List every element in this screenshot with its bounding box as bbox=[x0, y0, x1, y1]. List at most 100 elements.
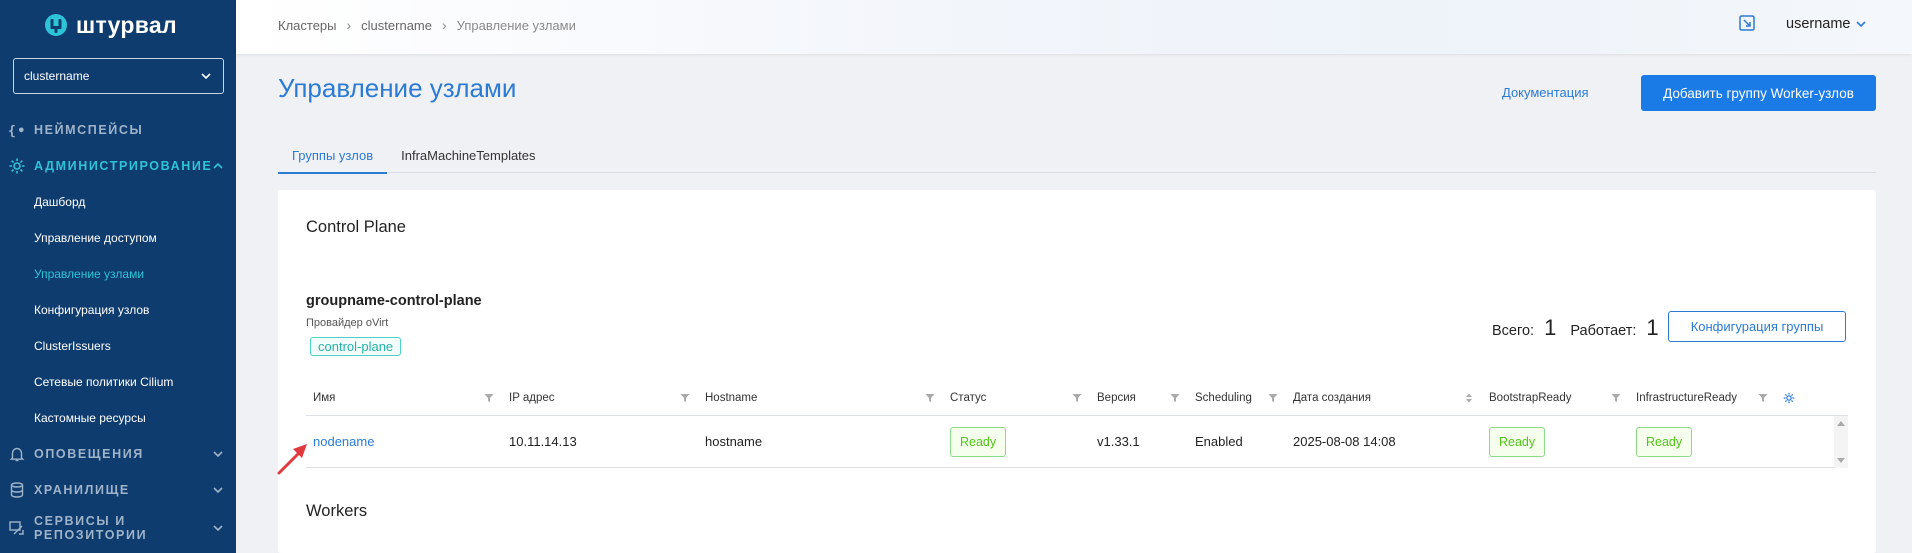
group-provider: Провайдер oVirt bbox=[306, 317, 389, 329]
add-worker-group-button[interactable]: Добавить группу Worker-узлов bbox=[1641, 75, 1876, 111]
node-hostname: hostname bbox=[705, 434, 763, 449]
running-count: 1 bbox=[1646, 315, 1659, 340]
braces-icon: {•} bbox=[8, 121, 26, 139]
column-header-status[interactable]: Статус bbox=[943, 380, 1090, 416]
sidebar-section-storage[interactable]: Хранилище bbox=[0, 472, 236, 508]
sidebar-section-administration[interactable]: Администрирование bbox=[0, 148, 236, 184]
sidebar-section-services[interactable]: Сервисы и репозитории bbox=[0, 508, 236, 548]
group-counts: Всего: 1 Работает: 1 bbox=[1492, 315, 1667, 341]
chevron-down-icon bbox=[213, 525, 223, 532]
breadcrumb-item-clusters[interactable]: Кластеры bbox=[278, 18, 337, 33]
node-version: v1.33.1 bbox=[1097, 434, 1140, 449]
table-header: Имя IP адрес Hostname Статус Версия Sche… bbox=[306, 380, 1848, 416]
column-header-hostname[interactable]: Hostname bbox=[698, 380, 943, 416]
sidebar-section-namespaces[interactable]: {•} Неймспейсы bbox=[0, 112, 236, 148]
page-title: Управление узлами bbox=[278, 73, 517, 103]
sidebar-item-node-config[interactable]: Конфигурация узлов bbox=[0, 292, 236, 328]
group-config-button[interactable]: Конфигурация группы bbox=[1668, 311, 1846, 342]
open-external-icon[interactable] bbox=[1738, 14, 1756, 32]
sidebar-section-label: Оповещения bbox=[34, 447, 144, 461]
node-groups-card: Control Plane groupname-control-plane Пр… bbox=[278, 190, 1876, 553]
sidebar-section-label: Сервисы и репозитории bbox=[34, 514, 148, 542]
sort-icon[interactable] bbox=[1464, 393, 1474, 403]
logo-mark-icon bbox=[45, 14, 67, 36]
tab-node-groups[interactable]: Группы узлов bbox=[278, 137, 388, 174]
column-header-bootstrap[interactable]: BootstrapReady bbox=[1482, 380, 1629, 416]
filter-icon[interactable] bbox=[925, 393, 935, 403]
node-name-link[interactable]: nodename bbox=[313, 434, 374, 449]
sidebar-item-access[interactable]: Управление доступом bbox=[0, 220, 236, 256]
filter-icon[interactable] bbox=[1611, 393, 1621, 403]
top-header: Кластеры › clustername › Управление узла… bbox=[236, 0, 1912, 54]
breadcrumb-item-cluster[interactable]: clustername bbox=[361, 18, 432, 33]
sidebar-nav: {•} Неймспейсы Администрирование Дашборд… bbox=[0, 112, 236, 548]
sidebar-section-label: Хранилище bbox=[34, 483, 130, 497]
sidebar-section-alerts[interactable]: Оповещения bbox=[0, 436, 236, 472]
chevron-down-icon bbox=[213, 487, 223, 494]
breadcrumb-item-current: Управление узлами bbox=[456, 17, 576, 33]
chevron-up-icon bbox=[213, 162, 223, 169]
chevron-down-icon bbox=[213, 451, 223, 458]
scroll-down-icon[interactable] bbox=[1837, 458, 1845, 463]
filter-icon[interactable] bbox=[680, 393, 690, 403]
breadcrumb-separator: › bbox=[346, 17, 352, 33]
scroll-up-icon[interactable] bbox=[1837, 421, 1845, 426]
sidebar-item-nodes[interactable]: Управление узлами bbox=[0, 256, 236, 292]
services-icon bbox=[8, 519, 26, 537]
gear-icon[interactable] bbox=[1783, 392, 1795, 404]
tab-bar: Группы узлов InfraMachineTemplates bbox=[278, 137, 1876, 174]
sidebar: штурвал clustername {•} Неймспейсы Админ… bbox=[0, 0, 236, 553]
filter-icon[interactable] bbox=[1268, 393, 1278, 403]
total-count: 1 bbox=[1544, 315, 1557, 340]
group-name: groupname-control-plane bbox=[306, 293, 482, 309]
sidebar-item-custom-resources[interactable]: Кастомные ресурсы bbox=[0, 400, 236, 436]
sidebar-item-dashboard[interactable]: Дашборд bbox=[0, 184, 236, 220]
node-created: 2025-08-08 14:08 bbox=[1293, 434, 1396, 449]
column-settings[interactable] bbox=[1776, 380, 1816, 416]
sidebar-section-label: Неймспейсы bbox=[34, 123, 144, 137]
sidebar-section-label: Администрирование bbox=[34, 159, 213, 173]
cluster-select[interactable]: clustername bbox=[13, 58, 224, 94]
table-scrollbar[interactable] bbox=[1834, 416, 1848, 468]
filter-icon[interactable] bbox=[1758, 393, 1768, 403]
bell-icon bbox=[8, 445, 26, 463]
column-header-version[interactable]: Версия bbox=[1090, 380, 1188, 416]
chevron-down-icon bbox=[201, 73, 211, 80]
node-ip: 10.11.14.13 bbox=[509, 434, 577, 449]
gear-icon bbox=[8, 157, 26, 175]
username: username bbox=[1786, 16, 1851, 32]
breadcrumb: Кластеры › clustername › Управление узла… bbox=[278, 17, 576, 33]
total-label: Всего: bbox=[1492, 323, 1535, 339]
filter-icon[interactable] bbox=[1072, 393, 1082, 403]
database-icon bbox=[8, 481, 26, 499]
running-label: Работает: bbox=[1570, 323, 1637, 339]
bootstrap-ready-badge: Ready bbox=[1489, 426, 1546, 457]
sidebar-item-cilium-policies[interactable]: Сетевые политики Cilium bbox=[0, 364, 236, 400]
column-header-infra[interactable]: InfrastructureReady bbox=[1629, 380, 1776, 416]
svg-text:{•}: {•} bbox=[8, 124, 26, 139]
column-header-created[interactable]: Дата создания bbox=[1286, 380, 1482, 416]
workers-title: Workers bbox=[306, 502, 368, 520]
group-tag: control-plane bbox=[310, 337, 402, 356]
sidebar-item-clusterissuers[interactable]: ClusterIssuers bbox=[0, 328, 236, 364]
column-header-name[interactable]: Имя bbox=[306, 380, 502, 416]
cluster-select-value: clustername bbox=[24, 69, 90, 83]
logo[interactable]: штурвал bbox=[44, 10, 177, 40]
column-header-ip[interactable]: IP адрес bbox=[502, 380, 698, 416]
table-row: nodename 10.11.14.13 hostname Ready v1.3… bbox=[306, 416, 1848, 468]
logo-text: штурвал bbox=[76, 11, 177, 38]
infra-ready-badge: Ready bbox=[1636, 426, 1693, 457]
filter-icon[interactable] bbox=[484, 393, 494, 403]
tab-infra-machine-templates[interactable]: InfraMachineTemplates bbox=[387, 137, 549, 173]
annotation-arrow-icon bbox=[277, 444, 307, 475]
documentation-link[interactable]: Документация bbox=[1502, 85, 1589, 100]
user-menu[interactable]: username bbox=[1786, 16, 1867, 32]
breadcrumb-separator: › bbox=[441, 17, 447, 33]
control-plane-title: Control Plane bbox=[306, 218, 406, 236]
nodes-table: Имя IP адрес Hostname Статус Версия Sche… bbox=[306, 380, 1848, 468]
filter-icon[interactable] bbox=[1170, 393, 1180, 403]
node-scheduling: Enabled bbox=[1195, 434, 1243, 449]
chevron-down-icon bbox=[1856, 21, 1867, 28]
status-badge: Ready bbox=[950, 426, 1007, 457]
column-header-scheduling[interactable]: Scheduling bbox=[1188, 380, 1286, 416]
